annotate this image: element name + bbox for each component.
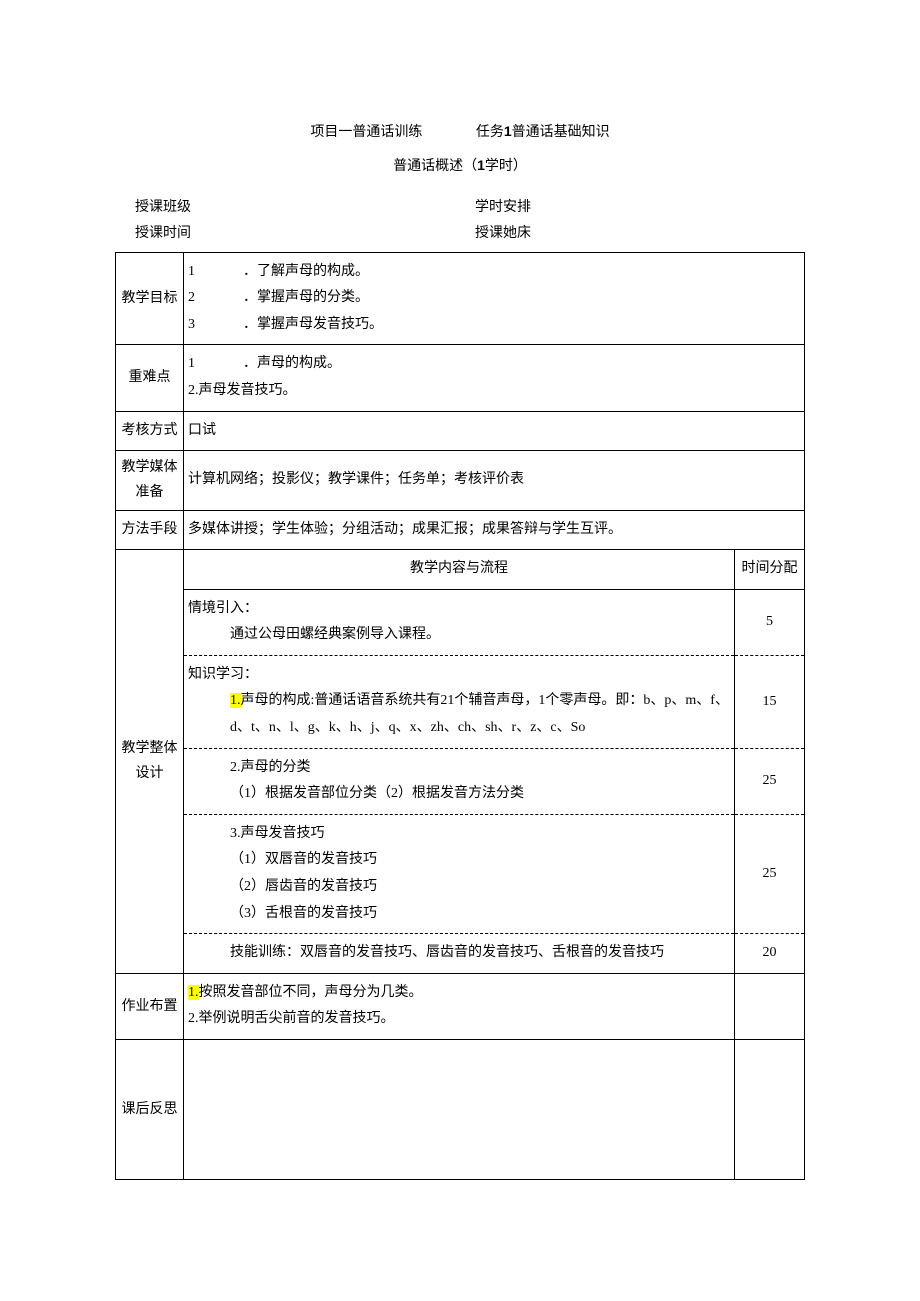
reflect-content [184,1040,735,1180]
row-section-4: 3.声母发音技巧 （1）双唇音的发音技巧 （2）唇齿音的发音技巧 （3）舌根音的… [116,814,805,933]
row-media: 教学媒体准备 计算机网络；投影仪；教学课件；任务单；考核评价表 [116,451,805,510]
section-1-heading: 情境引入： [188,596,730,623]
subtitle-pre: 普通话概述（ [393,159,477,174]
section-2-hl: 1. [230,693,241,708]
task-number: 1 [504,123,512,139]
lesson-plan-table: 教学目标 1．了解声母的构成。 2．掌握声母的分类。 3．掌握声母发音技巧。 重… [115,252,805,1180]
section-3-line1: 2.声母的分类 [188,755,730,782]
section-4-line2: （1）双唇音的发音技巧 [188,847,730,874]
method-value: 多媒体讲授；学生体验；分组活动；成果汇报；成果答辩与学生互评。 [184,510,805,550]
row-assessment: 考核方式 口试 [116,411,805,451]
project-title: 项目一普通话训练 [310,122,422,144]
section-2-heading: 知识学习： [188,662,730,689]
row-goals: 教学目标 1．了解声母的构成。 2．掌握声母的分类。 3．掌握声母发音技巧。 [116,252,805,345]
section-4-line3: （2）唇齿音的发音技巧 [188,874,730,901]
title-line: 项目一普通话训练 任务1普通话基础知识 [115,120,805,144]
reflect-time [735,1040,805,1180]
homework-label: 作业布置 [116,973,184,1039]
section-1-body: 通过公母田螺经典案例导入课程。 [188,622,730,649]
goal-num-1: 1 [188,259,243,286]
time-label: 授课时间 [135,223,475,245]
section-4-line1: 3.声母发音技巧 [188,821,730,848]
row-method: 方法手段 多媒体讲授；学生体验；分组活动；成果汇报；成果答辩与学生互评。 [116,510,805,550]
section-4-line4: （3）舌根音的发音技巧 [188,901,730,928]
goal-label: 教学目标 [116,252,184,345]
subtitle-num: 1 [477,157,485,173]
section-2-time: 15 [735,655,805,748]
schedule-label: 学时安排 [475,197,531,219]
homework-line2: 2.举例说明舌尖前音的发音技巧。 [188,1006,730,1033]
kp-line-2: 2.声母发音技巧。 [188,378,800,405]
row-reflection: 课后反思 [116,1040,805,1180]
section-5-content: 技能训练：双唇音的发音技巧、唇齿音的发音技巧、舌根音的发音技巧 [184,934,735,974]
row-keypoints: 重难点 1．声母的构成。 2.声母发音技巧。 [116,345,805,411]
content-header: 教学内容与流程 [184,550,735,590]
homework-line1-wrap: 1.按照发音部位不同，声母分为几类。 [188,980,730,1007]
location-label: 授课她床 [475,223,531,245]
reflect-label: 课后反思 [116,1040,184,1180]
kp-num-1: 1 [188,351,243,378]
assess-label: 考核方式 [116,411,184,451]
goal-num-2: 2 [188,285,243,312]
row-section-1: 情境引入： 通过公母田螺经典案例导入课程。 5 [116,589,805,655]
section-4-time: 25 [735,814,805,933]
method-label: 方法手段 [116,510,184,550]
goal-text-3: ．掌握声母发音技巧。 [243,312,383,339]
section-3-line2: （1）根据发音部位分类（2）根据发音方法分类 [188,781,730,808]
header-row-1: 授课班级 学时安排 [115,197,805,219]
section-2-content: 知识学习： 1.声母的构成:普通话语音系统共有21个辅音声母，1个零声母。即：b… [184,655,735,748]
goal-text-1: ．了解声母的构成。 [243,259,369,286]
homework-line1: 按照发音部位不同，声母分为几类。 [199,985,423,1000]
section-3-content: 2.声母的分类 （1）根据发音部位分类（2）根据发音方法分类 [184,748,735,814]
keypoint-label: 重难点 [116,345,184,411]
section-2-body-wrap: 1.声母的构成:普通话语音系统共有21个辅音声母，1个零声母。即：b、p、m、f… [188,688,730,741]
media-label: 教学媒体准备 [116,451,184,510]
assess-value: 口试 [184,411,805,451]
section-1-time: 5 [735,589,805,655]
goal-num-3: 3 [188,312,243,339]
design-label: 教学整体设计 [116,550,184,974]
task-label: 任务 [476,125,504,140]
goal-text-2: ．掌握声母的分类。 [243,285,369,312]
row-section-2: 知识学习： 1.声母的构成:普通话语音系统共有21个辅音声母，1个零声母。即：b… [116,655,805,748]
time-header: 时间分配 [735,550,805,590]
goal-content: 1．了解声母的构成。 2．掌握声母的分类。 3．掌握声母发音技巧。 [184,252,805,345]
section-5-body: 技能训练：双唇音的发音技巧、唇齿音的发音技巧、舌根音的发音技巧 [188,940,730,967]
homework-content: 1.按照发音部位不同，声母分为几类。 2.举例说明舌尖前音的发音技巧。 [184,973,735,1039]
subtitle: 普通话概述（1学时） [115,154,805,178]
section-3-time: 25 [735,748,805,814]
row-section-5: 技能训练：双唇音的发音技巧、唇齿音的发音技巧、舌根音的发音技巧 20 [116,934,805,974]
header-row-2: 授课时间 授课她床 [115,223,805,245]
subtitle-post: 学时） [485,159,527,174]
row-section-3: 2.声母的分类 （1）根据发音部位分类（2）根据发音方法分类 25 [116,748,805,814]
kp-text-1: ．声母的构成。 [243,351,341,378]
section-4-content: 3.声母发音技巧 （1）双唇音的发音技巧 （2）唇齿音的发音技巧 （3）舌根音的… [184,814,735,933]
row-content-header: 教学整体设计 教学内容与流程 时间分配 [116,550,805,590]
row-homework: 作业布置 1.按照发音部位不同，声母分为几类。 2.举例说明舌尖前音的发音技巧。 [116,973,805,1039]
homework-hl: 1. [188,985,199,1000]
homework-time [735,973,805,1039]
section-2-body: 声母的构成:普通话语音系统共有21个辅音声母，1个零声母。即：b、p、m、f、d… [230,693,729,735]
media-value: 计算机网络；投影仪；教学课件；任务单；考核评价表 [184,451,805,510]
class-label: 授课班级 [135,197,475,219]
section-5-time: 20 [735,934,805,974]
task-name: 普通话基础知识 [512,125,610,140]
keypoint-content: 1．声母的构成。 2.声母发音技巧。 [184,345,805,411]
section-1-content: 情境引入： 通过公母田螺经典案例导入课程。 [184,589,735,655]
